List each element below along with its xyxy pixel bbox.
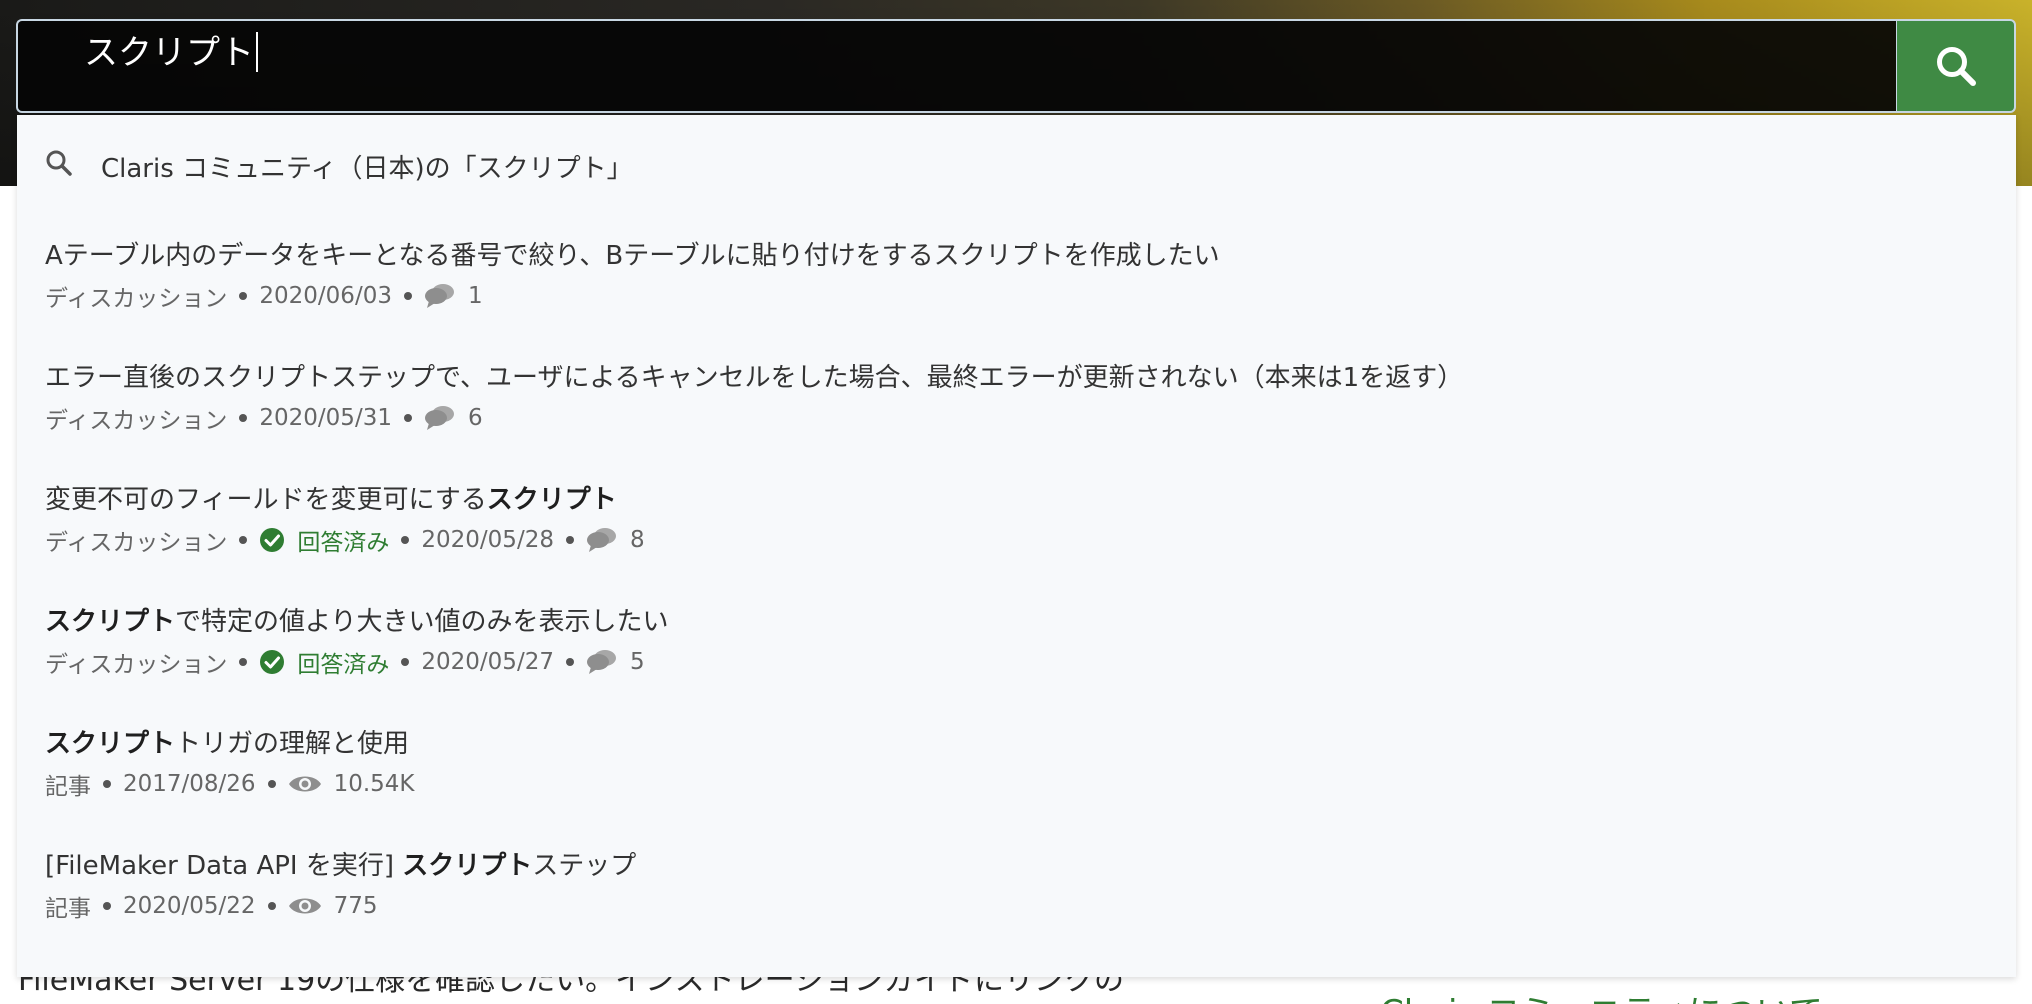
eye-icon <box>288 898 321 914</box>
check-circle-icon <box>260 528 285 552</box>
result-date: 2020/05/27 <box>421 649 554 675</box>
search-result-item[interactable]: エラー直後のスクリプトステップで、ユーザによるキャンセルをした場合、最終エラーが… <box>17 357 2016 475</box>
comments-icon <box>424 406 454 430</box>
result-type: ディスカッション <box>45 408 228 434</box>
search-suggestions-dropdown: Claris コミュニティ（日本)の「スクリプト」 Aテーブル内のデータをキーと… <box>17 115 2016 977</box>
result-type: 記事 <box>45 896 91 922</box>
suggestion-label: Claris コミュニティ（日本)の「スクリプト」 <box>101 154 633 184</box>
result-type: 記事 <box>45 774 91 800</box>
result-date: 2020/05/28 <box>421 527 554 553</box>
separator-dot <box>267 902 276 910</box>
result-meta: ディスカッション 2020/06/03 1 <box>45 279 483 313</box>
view-count: 775 <box>333 893 378 919</box>
separator-dot <box>239 414 248 422</box>
search-result-item[interactable]: スクリプトで特定の値より大きい値のみを表示したい ディスカッション 回答済み 2… <box>17 601 2016 719</box>
result-title: 変更不可のフィールドを変更可にするスクリプト <box>45 485 617 515</box>
check-circle-icon <box>260 650 285 674</box>
search-result-item[interactable]: [FileMaker Data API を実行] スクリプトステップ 記事 20… <box>17 845 2016 963</box>
separator-dot <box>403 414 412 422</box>
result-title: エラー直後のスクリプトステップで、ユーザによるキャンセルをした場合、最終エラーが… <box>45 363 1464 393</box>
search-result-item[interactable]: スクリプトトリガの理解と使用 記事 2017/08/26 10.54K <box>17 723 2016 841</box>
comments-icon <box>586 528 616 552</box>
separator-dot <box>239 292 248 300</box>
comments-icon <box>424 284 454 308</box>
result-meta: 記事 2020/05/22 775 <box>45 889 377 923</box>
search-icon <box>1936 47 1976 86</box>
result-meta: 記事 2017/08/26 10.54K <box>45 767 415 801</box>
result-type: ディスカッション <box>45 530 228 556</box>
result-meta: ディスカッション 回答済み 2020/05/27 5 <box>45 645 645 679</box>
separator-dot <box>267 780 276 788</box>
search-input[interactable] <box>16 19 1896 113</box>
comment-count: 6 <box>467 405 483 431</box>
result-type: ディスカッション <box>45 652 228 678</box>
result-date: 2017/08/26 <box>123 771 256 797</box>
result-date: 2020/05/22 <box>123 893 256 919</box>
answered-status: 回答済み <box>297 652 390 678</box>
separator-dot <box>565 536 574 544</box>
separator-dot <box>565 658 574 666</box>
separator-dot <box>401 658 410 666</box>
result-meta: ディスカッション 回答済み 2020/05/28 8 <box>45 523 645 557</box>
search-icon <box>46 150 72 176</box>
about-community-link[interactable]: Claris コミュニティについて > <box>1380 985 1862 1004</box>
comment-count: 8 <box>629 527 645 553</box>
separator-dot <box>103 780 111 788</box>
comment-count: 5 <box>629 649 645 675</box>
result-date: 2020/05/31 <box>259 405 392 431</box>
community-search-suggestion[interactable]: Claris コミュニティ（日本)の「スクリプト」 <box>17 115 2016 215</box>
search-result-item[interactable]: Aテーブル内のデータをキーとなる番号で絞り、Bテーブルに貼り付けをするスクリプト… <box>17 235 2016 353</box>
result-meta: ディスカッション 2020/05/31 6 <box>45 401 483 435</box>
search-button[interactable] <box>1896 19 2016 113</box>
result-title: [FileMaker Data API を実行] スクリプトステップ <box>45 851 637 881</box>
separator-dot <box>239 536 248 544</box>
separator-dot <box>401 536 410 544</box>
view-count: 10.54K <box>333 771 415 797</box>
separator-dot <box>239 658 248 666</box>
result-title: Aテーブル内のデータをキーとなる番号で絞り、Bテーブルに貼り付けをするスクリプト… <box>45 241 1220 271</box>
result-title: スクリプトトリガの理解と使用 <box>45 729 410 759</box>
separator-dot <box>103 902 111 910</box>
separator-dot <box>403 292 412 300</box>
comment-count: 1 <box>467 283 483 309</box>
search-result-item[interactable]: 変更不可のフィールドを変更可にするスクリプト ディスカッション 回答済み 202… <box>17 479 2016 597</box>
eye-icon <box>288 776 321 792</box>
comments-icon <box>586 650 616 674</box>
result-title: スクリプトで特定の値より大きい値のみを表示したい <box>45 607 669 637</box>
search-bar <box>16 19 2016 113</box>
answered-status: 回答済み <box>297 530 390 556</box>
result-type: ディスカッション <box>45 286 228 312</box>
result-date: 2020/06/03 <box>259 283 392 309</box>
